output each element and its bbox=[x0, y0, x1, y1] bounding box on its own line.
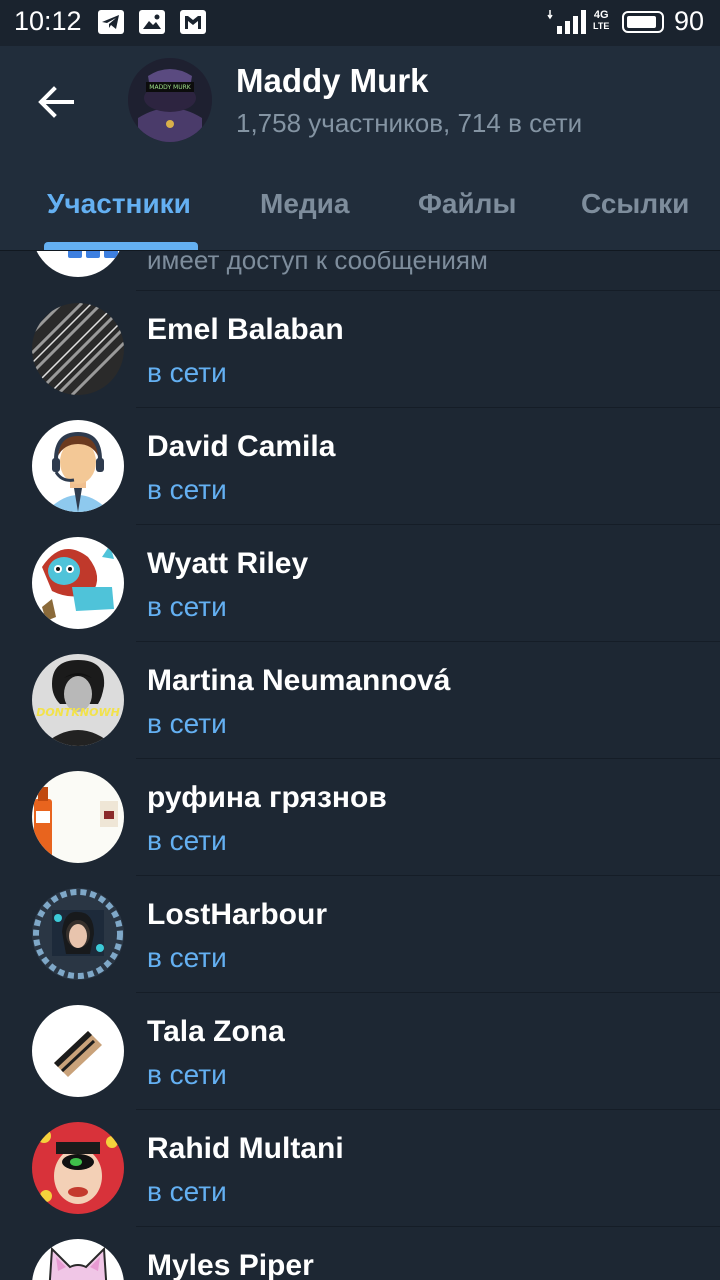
member-status: в сети bbox=[147, 942, 227, 973]
avatar bbox=[32, 1122, 124, 1214]
member-name: Rahid Multani bbox=[147, 1132, 344, 1165]
dots-icon bbox=[68, 251, 122, 263]
tab-files[interactable]: Файлы bbox=[418, 188, 516, 220]
battery-icon bbox=[622, 11, 664, 33]
list-item[interactable]: руфина грязнов в сети bbox=[0, 759, 720, 876]
list-item[interactable]: Tala Zona в сети bbox=[0, 993, 720, 1110]
status-time: 10:12 bbox=[14, 6, 82, 36]
list-item[interactable]: Wyatt Riley в сети bbox=[0, 525, 720, 642]
list-item[interactable]: Myles Piper bbox=[0, 1227, 720, 1280]
list-item[interactable]: DONTKNOWH Martina Neumannová в сети bbox=[0, 642, 720, 759]
member-status: в сети bbox=[147, 825, 227, 856]
avatar bbox=[32, 888, 124, 980]
list-item[interactable]: LostHarbour в сети bbox=[0, 876, 720, 993]
member-list[interactable]: имеет доступ к сообщениям Emel Balaban в… bbox=[0, 251, 720, 1280]
tab-indicator bbox=[44, 242, 198, 250]
member-name: David Camila bbox=[147, 430, 336, 463]
gmail-icon bbox=[180, 10, 206, 34]
list-item[interactable]: Rahid Multani в сети bbox=[0, 1110, 720, 1227]
member-name: Martina Neumannová bbox=[147, 664, 451, 697]
member-name: Myles Piper bbox=[147, 1249, 314, 1280]
avatar: DONTKNOWH bbox=[32, 654, 124, 746]
member-status: имеет доступ к сообщениям bbox=[147, 251, 488, 275]
telegram-icon bbox=[98, 10, 124, 34]
chat-avatar-text: MADDY MURK bbox=[149, 84, 192, 91]
list-item[interactable]: имеет доступ к сообщениям bbox=[0, 251, 720, 291]
member-status: в сети bbox=[147, 1059, 227, 1090]
chat-subtitle: 1,758 участников, 714 в сети bbox=[236, 108, 583, 138]
member-name: LostHarbour bbox=[147, 898, 327, 931]
member-status: в сети bbox=[147, 474, 227, 505]
back-arrow-icon[interactable] bbox=[36, 82, 76, 122]
battery-percent: 90 bbox=[674, 6, 705, 36]
avatar bbox=[32, 771, 124, 863]
member-status: в сети bbox=[147, 357, 227, 388]
member-name: Wyatt Riley bbox=[147, 547, 309, 580]
avatar bbox=[32, 537, 124, 629]
member-status: в сети bbox=[147, 591, 227, 622]
network-type-top: 4G bbox=[593, 9, 609, 21]
tab-links[interactable]: Ссылки bbox=[581, 188, 689, 220]
tab-members[interactable]: Участники bbox=[47, 188, 191, 220]
network-type-icon: 4G LTE bbox=[593, 10, 609, 32]
photo-icon bbox=[139, 10, 165, 34]
avatar bbox=[32, 303, 124, 395]
avatar bbox=[32, 420, 124, 512]
chat-header: MADDY MURK Maddy Murk 1,758 участников, … bbox=[0, 46, 720, 250]
status-bar: 10:12 4G LTE 90 bbox=[0, 0, 720, 46]
chat-avatar[interactable]: MADDY MURK bbox=[128, 58, 212, 142]
member-status: в сети bbox=[147, 1176, 227, 1207]
avatar bbox=[32, 1005, 124, 1097]
avatar bbox=[32, 251, 124, 277]
chat-title[interactable]: Maddy Murk bbox=[236, 62, 429, 100]
tab-bar: Участники Медиа Файлы Ссылки bbox=[0, 176, 720, 250]
member-name: руфина грязнов bbox=[147, 781, 387, 814]
avatar bbox=[32, 1239, 124, 1280]
network-type-bottom: LTE bbox=[593, 21, 610, 31]
member-name: Emel Balaban bbox=[147, 313, 344, 346]
list-item[interactable]: David Camila в сети bbox=[0, 408, 720, 525]
list-item[interactable]: Emel Balaban в сети bbox=[0, 291, 720, 408]
tab-media[interactable]: Медиа bbox=[260, 188, 349, 220]
member-name: Tala Zona bbox=[147, 1015, 285, 1048]
member-status: в сети bbox=[147, 708, 227, 739]
signal-icon bbox=[547, 8, 587, 36]
avatar-caption: DONTKNOWH bbox=[36, 706, 120, 719]
